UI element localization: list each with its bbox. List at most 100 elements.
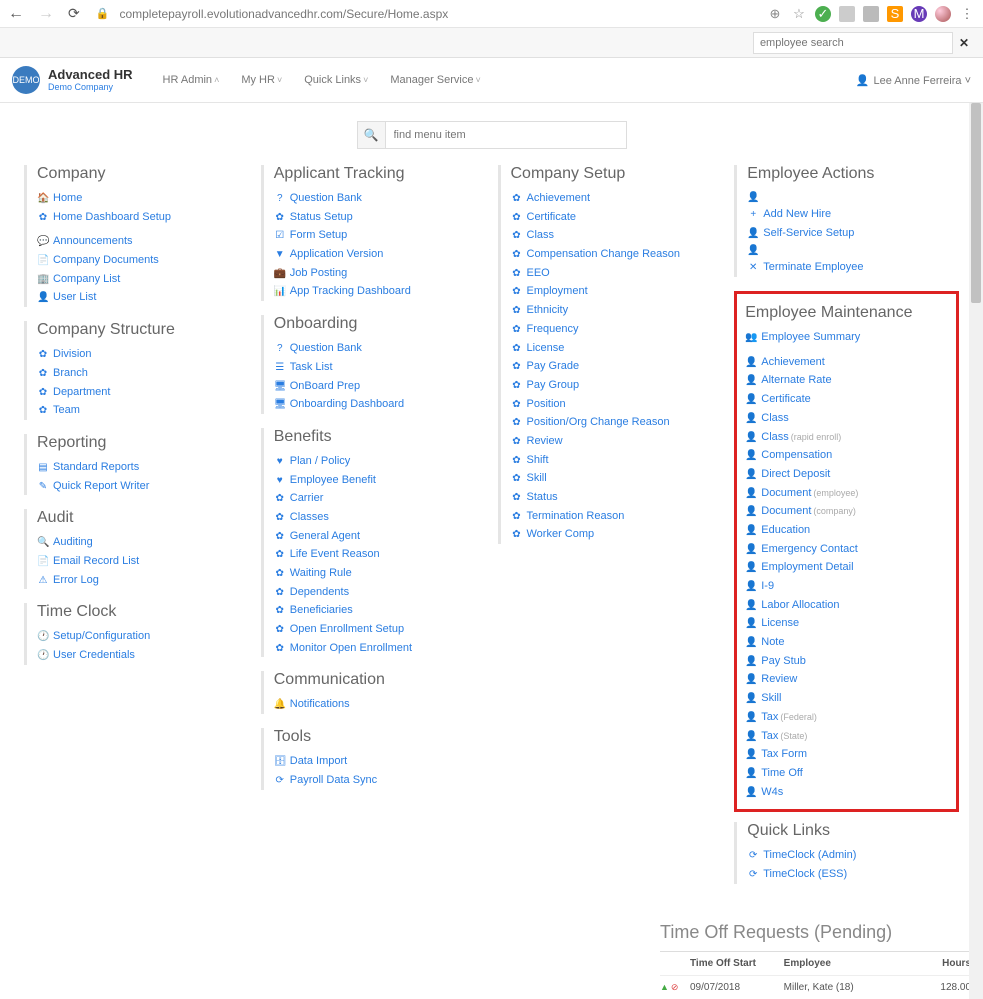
approve-icon[interactable]: ▲	[660, 982, 669, 993]
link-payroll-data-sync[interactable]: ⟳Payroll Data Sync	[274, 771, 486, 790]
link-app-tracking-dashboard[interactable]: 📊App Tracking Dashboard	[274, 282, 486, 301]
menu-finder-input[interactable]	[386, 122, 626, 148]
nav-quick-links[interactable]: Quick Links˅	[304, 74, 368, 86]
link-certificate[interactable]: ✿Certificate	[511, 208, 723, 227]
link-quick-report-writer[interactable]: ✎Quick Report Writer	[37, 477, 249, 496]
link-terminate-employee[interactable]: 👤✕Terminate Employee	[747, 242, 959, 277]
pending-row[interactable]: ▲⊘ 09/07/2018 Miller, Kate (18) 128.00	[660, 976, 983, 999]
reload-icon[interactable]: ⟳	[68, 5, 80, 23]
link-application-version[interactable]: ▼Application Version	[274, 245, 486, 264]
link-emp-employment-detail[interactable]: 👤Employment Detail	[745, 558, 948, 577]
link-skill[interactable]: ✿Skill	[511, 469, 723, 488]
link-timeclock-admin[interactable]: ⟳TimeClock (Admin)	[747, 846, 959, 865]
link-license[interactable]: ✿License	[511, 339, 723, 358]
nav-hr-admin[interactable]: HR Admin˄	[163, 74, 220, 86]
url-text[interactable]: completepayroll.evolutionadvancedhr.com/…	[119, 7, 757, 21]
link-emp-tax-state[interactable]: 👤Tax(State)	[745, 727, 948, 746]
link-home-dashboard-setup[interactable]: ✿Home Dashboard Setup	[37, 208, 249, 227]
link-ethnicity[interactable]: ✿Ethnicity	[511, 301, 723, 320]
link-emp-certificate[interactable]: 👤Certificate	[745, 390, 948, 409]
link-general-agent[interactable]: ✿General Agent	[274, 527, 486, 546]
link-emp-emergency[interactable]: 👤Emergency Contact	[745, 540, 948, 559]
link-auditing[interactable]: 🔍Auditing	[37, 533, 249, 552]
link-comp-change-reason[interactable]: ✿Compensation Change Reason	[511, 245, 723, 264]
link-emp-w4s[interactable]: 👤W4s	[745, 783, 948, 802]
link-onboard-prep[interactable]: 🖥OnBoard Prep	[274, 377, 486, 396]
link-beneficiaries[interactable]: ✿Beneficiaries	[274, 601, 486, 620]
reject-icon[interactable]: ⊘	[671, 982, 679, 993]
profile-avatar[interactable]	[935, 6, 951, 22]
link-announcements[interactable]: 💬Announcements	[37, 232, 249, 251]
link-task-list[interactable]: ☰Task List	[274, 358, 486, 377]
link-termination-reason[interactable]: ✿Termination Reason	[511, 507, 723, 526]
link-emp-skill[interactable]: 👤Skill	[745, 689, 948, 708]
link-emp-tax-form[interactable]: 👤Tax Form	[745, 745, 948, 764]
link-team[interactable]: ✿Team	[37, 401, 249, 420]
zoom-icon[interactable]: ⊕	[767, 6, 783, 22]
link-dependents[interactable]: ✿Dependents	[274, 583, 486, 602]
link-data-import[interactable]: 🗄Data Import	[274, 752, 486, 771]
link-plan-policy[interactable]: ♥Plan / Policy	[274, 452, 486, 471]
link-status[interactable]: ✿Status	[511, 488, 723, 507]
link-setup-config[interactable]: 🕐Setup/Configuration	[37, 627, 249, 646]
link-monitor-open-enrollment[interactable]: ✿Monitor Open Enrollment	[274, 639, 486, 658]
scrollbar-track[interactable]	[969, 103, 983, 999]
ext-icon-5[interactable]: M	[911, 6, 927, 22]
search-icon[interactable]: 🔍	[358, 122, 386, 148]
col-hours[interactable]: Hours	[877, 958, 983, 969]
link-emp-class-rapid[interactable]: 👤Class(rapid enroll)	[745, 428, 948, 447]
link-branch[interactable]: ✿Branch	[37, 364, 249, 383]
link-pay-group[interactable]: ✿Pay Group	[511, 376, 723, 395]
back-icon[interactable]: ←	[8, 5, 24, 23]
ext-icon-1[interactable]: ✓	[815, 6, 831, 22]
link-pay-grade[interactable]: ✿Pay Grade	[511, 357, 723, 376]
link-company-list[interactable]: 🏢Company List	[37, 270, 249, 289]
link-self-service-setup[interactable]: 👤Self-Service Setup	[747, 224, 959, 243]
menu-dots-icon[interactable]: ⋮	[959, 6, 975, 22]
link-emp-time-off[interactable]: 👤Time Off	[745, 764, 948, 783]
link-emp-document-company[interactable]: 👤Document(company)	[745, 502, 948, 521]
link-employee-summary[interactable]: 👥Employee Summary	[745, 328, 948, 347]
link-onboarding-dashboard[interactable]: 🖥Onboarding Dashboard	[274, 395, 486, 414]
nav-manager-service[interactable]: Manager Service˅	[390, 74, 480, 86]
link-home[interactable]: 🏠Home	[37, 189, 249, 208]
link-emp-review[interactable]: 👤Review	[745, 670, 948, 689]
link-question-bank[interactable]: ?Question Bank	[274, 189, 486, 208]
link-position-org-change[interactable]: ✿Position/Org Change Reason	[511, 413, 723, 432]
link-emp-license[interactable]: 👤License	[745, 614, 948, 633]
link-emp-achievement[interactable]: 👤Achievement	[745, 353, 948, 372]
link-emp-compensation[interactable]: 👤Compensation	[745, 446, 948, 465]
link-shift[interactable]: ✿Shift	[511, 451, 723, 470]
link-frequency[interactable]: ✿Frequency	[511, 320, 723, 339]
link-status-setup[interactable]: ✿Status Setup	[274, 208, 486, 227]
link-form-setup[interactable]: ☑Form Setup	[274, 226, 486, 245]
link-standard-reports[interactable]: ▤Standard Reports	[37, 458, 249, 477]
forward-icon[interactable]: →	[38, 5, 54, 23]
link-emp-tax-federal[interactable]: 👤Tax(Federal)	[745, 708, 948, 727]
link-review[interactable]: ✿Review	[511, 432, 723, 451]
link-division[interactable]: ✿Division	[37, 345, 249, 364]
link-emp-pay-stub[interactable]: 👤Pay Stub	[745, 652, 948, 671]
link-employment[interactable]: ✿Employment	[511, 282, 723, 301]
link-job-posting[interactable]: 💼Job Posting	[274, 264, 486, 283]
brand-company[interactable]: Demo Company	[48, 82, 133, 93]
link-classes[interactable]: ✿Classes	[274, 508, 486, 527]
nav-my-hr[interactable]: My HR˅	[241, 74, 282, 86]
col-employee[interactable]: Employee	[784, 958, 878, 969]
scrollbar-thumb[interactable]	[971, 103, 981, 303]
link-emp-direct-deposit[interactable]: 👤Direct Deposit	[745, 465, 948, 484]
link-user-list[interactable]: 👤User List	[37, 288, 249, 307]
user-menu[interactable]: 👤Lee Anne Ferreira ˅	[856, 74, 971, 87]
link-emp-note[interactable]: 👤Note	[745, 633, 948, 652]
link-emp-education[interactable]: 👤Education	[745, 521, 948, 540]
link-worker-comp[interactable]: ✿Worker Comp	[511, 525, 723, 544]
link-timeclock-ess[interactable]: ⟳TimeClock (ESS)	[747, 865, 959, 884]
link-achievement[interactable]: ✿Achievement	[511, 189, 723, 208]
link-class[interactable]: ✿Class	[511, 226, 723, 245]
link-open-enrollment-setup[interactable]: ✿Open Enrollment Setup	[274, 620, 486, 639]
star-icon[interactable]: ☆	[791, 6, 807, 22]
link-onboard-question-bank[interactable]: ?Question Bank	[274, 339, 486, 358]
link-email-record-list[interactable]: 📄Email Record List	[37, 552, 249, 571]
link-carrier[interactable]: ✿Carrier	[274, 489, 486, 508]
close-icon[interactable]: ✕	[959, 36, 969, 50]
